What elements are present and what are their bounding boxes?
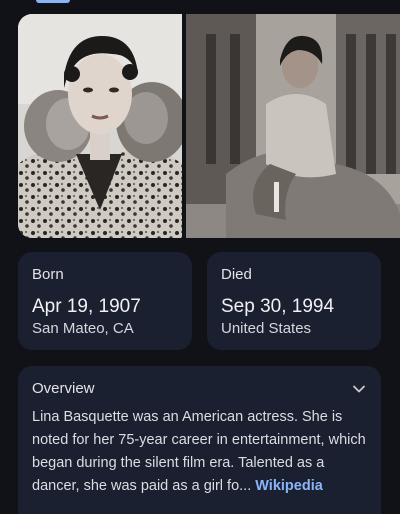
born-date: Apr 19, 1907 <box>32 296 141 317</box>
died-label: Died <box>221 266 252 283</box>
born-place: San Mateo, CA <box>32 320 134 337</box>
wikipedia-link[interactable]: Wikipedia <box>255 478 323 494</box>
photo-carousel[interactable] <box>18 14 400 238</box>
overview-card[interactable]: Overview Lina Basquette was an American … <box>18 366 381 514</box>
overview-title: Overview <box>32 380 95 397</box>
seated-image <box>186 14 400 238</box>
died-date: Sep 30, 1994 <box>221 296 335 317</box>
born-card[interactable]: Born Apr 19, 1907 San Mateo, CA <box>18 252 192 350</box>
portrait-photo[interactable] <box>18 14 182 238</box>
selected-tab-indicator <box>36 0 70 3</box>
overview-text: Lina Basquette was an American actress. … <box>32 406 375 498</box>
portrait-image <box>18 14 182 238</box>
chevron-down-icon[interactable] <box>351 381 367 397</box>
died-card[interactable]: Died Sep 30, 1994 United States <box>207 252 381 350</box>
seated-photo[interactable] <box>186 14 400 238</box>
died-place: United States <box>221 320 312 337</box>
born-label: Born <box>32 266 64 283</box>
